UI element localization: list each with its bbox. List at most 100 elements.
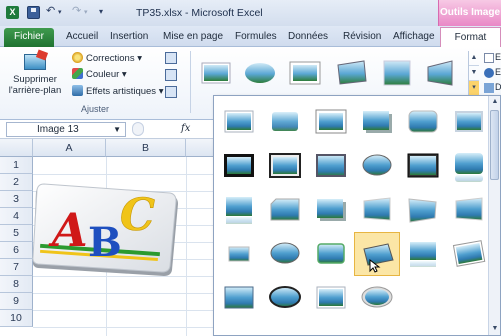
picture-style-thumbnail xyxy=(317,243,345,264)
picture-style-option[interactable] xyxy=(400,100,446,144)
row-header-3[interactable]: 3 xyxy=(0,191,33,208)
excel-app-icon[interactable]: X xyxy=(6,6,19,19)
picture-style-thumbnail xyxy=(407,153,439,178)
artistic-effects-button[interactable]: Effets artistiques ▾ xyxy=(72,85,163,99)
formula-bar-grip-icon[interactable] xyxy=(132,122,144,136)
picture-style-option[interactable] xyxy=(262,144,308,188)
picture-styles-strip-thumbs[interactable] xyxy=(190,51,470,97)
picture-style-option[interactable] xyxy=(216,188,262,232)
picture-style-thumbnail xyxy=(362,154,392,176)
styles-strip-scroll[interactable]: ▲ ▼ ▾ xyxy=(468,51,479,97)
picture-style-option[interactable] xyxy=(446,188,492,232)
picture-style-thumbnail xyxy=(410,242,436,267)
picture-style-option[interactable] xyxy=(308,144,354,188)
picture-style-option[interactable] xyxy=(262,276,308,320)
tab-donnees[interactable]: Données xyxy=(288,28,328,47)
picture-style-option[interactable] xyxy=(354,188,400,232)
row-header-6[interactable]: 6 xyxy=(0,242,33,259)
picture-style-option[interactable] xyxy=(400,188,446,232)
picture-style-option[interactable] xyxy=(262,232,308,276)
change-picture-icon[interactable] xyxy=(165,69,177,81)
title-bar: X ↶ ▾ ↷ ▾ ▾ TP35.xlsx - Microsoft Excel … xyxy=(0,0,501,26)
tab-revision[interactable]: Révision xyxy=(343,28,381,47)
picture-style-option[interactable] xyxy=(446,144,492,188)
column-header-a[interactable]: A xyxy=(33,139,106,157)
picture-style-option[interactable] xyxy=(308,188,354,232)
picture-style-option[interactable] xyxy=(216,232,262,276)
picture-style-option[interactable] xyxy=(446,232,492,276)
row-header-2[interactable]: 2 xyxy=(0,174,33,191)
picture-style-option[interactable] xyxy=(354,276,400,320)
picture-style-option[interactable] xyxy=(308,100,354,144)
tab-mise-en-page[interactable]: Mise en page xyxy=(163,28,223,47)
picture-tools-label: Outils Image xyxy=(439,7,500,18)
redo-icon[interactable]: ↷ xyxy=(72,4,81,17)
name-box-dropdown-icon[interactable]: ▼ xyxy=(113,123,121,136)
picture-style-option[interactable] xyxy=(262,188,308,232)
strip-down-arrow[interactable]: ▼ xyxy=(469,66,479,81)
undo-icon[interactable]: ↶ xyxy=(46,4,55,17)
customize-qat-icon[interactable]: ▾ xyxy=(99,7,103,16)
picture-style-thumbnail xyxy=(455,111,483,132)
grid-line xyxy=(33,327,215,328)
name-box-value: Image 13 xyxy=(37,124,79,135)
row-header-5[interactable]: 5 xyxy=(0,225,33,242)
select-all-corner[interactable] xyxy=(0,139,33,157)
picture-style-thumbnail xyxy=(361,286,393,308)
letter-a: A xyxy=(48,203,88,257)
name-box[interactable]: Image 13 ▼ xyxy=(6,122,126,137)
strip-more-arrow[interactable]: ▾ xyxy=(469,81,479,96)
gallery-scrollbar[interactable]: ▲ ▼ xyxy=(488,96,500,335)
picture-style-option[interactable] xyxy=(446,100,492,144)
corrections-button[interactable]: Corrections ▾ xyxy=(72,52,142,66)
redo-dropdown-icon[interactable]: ▾ xyxy=(84,8,88,16)
gallery-scroll-thumb[interactable] xyxy=(490,110,499,180)
tab-affichage[interactable]: Affichage xyxy=(393,28,435,47)
column-header-c[interactable] xyxy=(186,139,215,157)
row-header-9[interactable]: 9 xyxy=(0,293,33,310)
reset-picture-icon[interactable] xyxy=(165,86,177,98)
picture-style-thumbnail xyxy=(363,197,391,221)
picture-style-thumbnail xyxy=(316,286,346,309)
picture-style-option[interactable] xyxy=(400,232,446,276)
picture-style-option[interactable] xyxy=(308,232,354,276)
gallery-scroll-down-icon[interactable]: ▼ xyxy=(489,323,501,335)
corrections-label: Corrections ▾ xyxy=(86,53,142,64)
tab-format[interactable]: Format xyxy=(440,27,501,48)
picture-style-thumbnail xyxy=(272,112,298,131)
remove-background-button[interactable]: Supprimer l'arrière-plan xyxy=(6,51,64,105)
picture-style-option[interactable] xyxy=(400,144,446,188)
picture-style-option[interactable] xyxy=(308,276,354,320)
gallery-scroll-up-icon[interactable]: ▲ xyxy=(489,96,501,108)
picture-effects-icon[interactable] xyxy=(484,68,494,78)
row-header-7[interactable]: 7 xyxy=(0,259,33,276)
picture-style-option[interactable] xyxy=(354,144,400,188)
row-header-8[interactable]: 8 xyxy=(0,276,33,293)
picture-style-thumbnail xyxy=(224,110,254,133)
picture-layout-icon[interactable] xyxy=(484,83,494,93)
picture-style-thumbnail xyxy=(224,286,254,309)
tab-formules[interactable]: Formules xyxy=(235,28,277,47)
picture-style-option[interactable] xyxy=(216,144,262,188)
abc-picture[interactable]: A B C xyxy=(30,182,180,278)
row-header-1[interactable]: 1 xyxy=(0,157,33,174)
picture-style-option[interactable] xyxy=(262,100,308,144)
tab-fichier[interactable]: Fichier xyxy=(4,28,54,47)
compress-pictures-icon[interactable] xyxy=(165,52,177,64)
color-button[interactable]: Couleur ▾ xyxy=(72,68,127,82)
row-header-4[interactable]: 4 xyxy=(0,208,33,225)
tab-insertion[interactable]: Insertion xyxy=(110,28,148,47)
picture-border-icon[interactable] xyxy=(484,53,494,63)
save-icon[interactable] xyxy=(27,6,40,19)
picture-style-thumbnail xyxy=(224,154,254,177)
picture-style-option[interactable] xyxy=(354,100,400,144)
tab-accueil[interactable]: Accueil xyxy=(66,28,98,47)
row-header-10[interactable]: 10 xyxy=(0,310,33,327)
undo-dropdown-icon[interactable]: ▾ xyxy=(58,8,62,16)
picture-style-option[interactable] xyxy=(216,100,262,144)
picture-style-thumbnail xyxy=(226,197,252,224)
picture-style-option[interactable] xyxy=(216,276,262,320)
strip-up-arrow[interactable]: ▲ xyxy=(469,51,479,66)
column-header-b[interactable]: B xyxy=(106,139,186,157)
insert-function-button[interactable]: fx xyxy=(181,123,190,134)
